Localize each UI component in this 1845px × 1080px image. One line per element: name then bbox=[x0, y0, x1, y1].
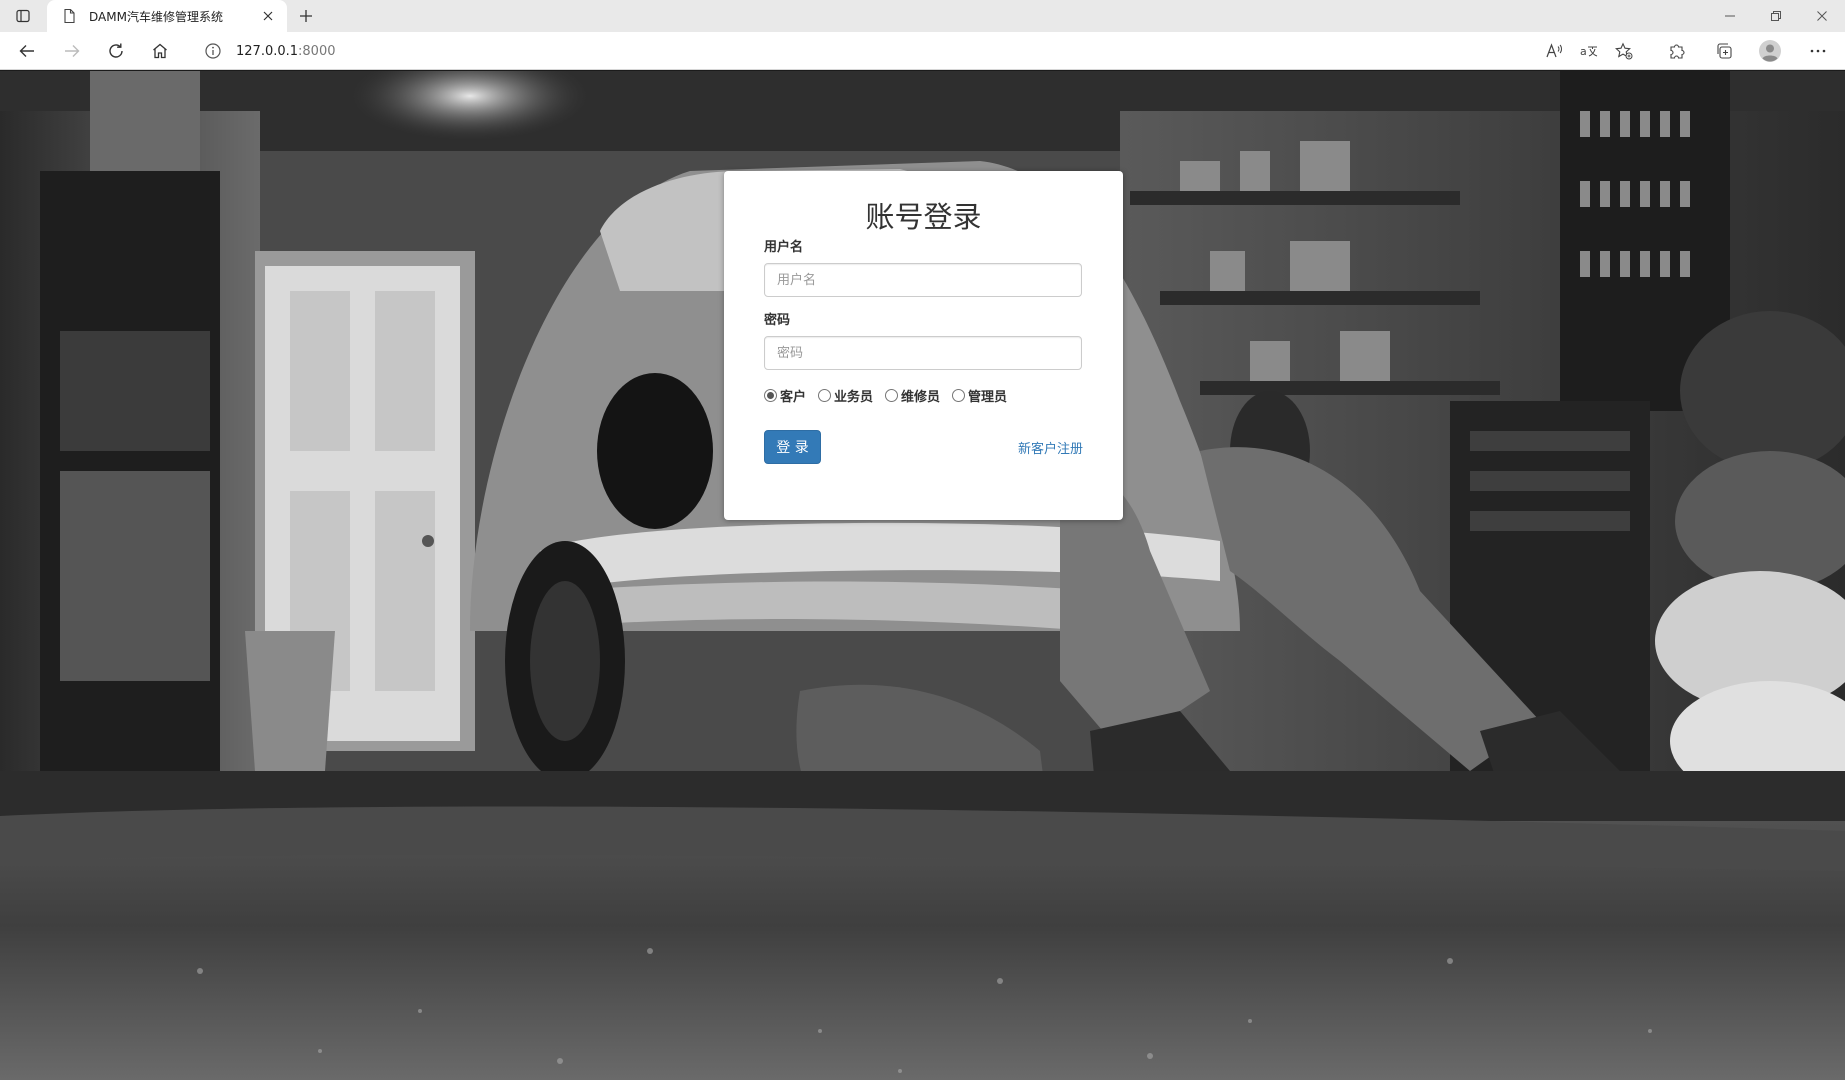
role-radio-admin[interactable] bbox=[952, 388, 966, 402]
username-input[interactable] bbox=[764, 263, 1082, 297]
role-label-mechanic: 维修员 bbox=[901, 389, 941, 405]
avatar-icon bbox=[1759, 40, 1781, 62]
page-favicon-icon bbox=[64, 8, 75, 24]
register-link[interactable]: 新客户注册 bbox=[1018, 438, 1083, 457]
add-favorite-button[interactable] bbox=[1609, 36, 1639, 66]
browser-toolbar: 127.0.0.1:8000 a bbox=[0, 32, 1845, 70]
tab-actions-icon bbox=[16, 9, 30, 23]
translate-icon: a bbox=[1580, 45, 1598, 58]
tab-actions-button[interactable] bbox=[0, 0, 46, 32]
role-label-customer: 客户 bbox=[780, 389, 807, 405]
url-host: 127.0.0.1 bbox=[236, 43, 299, 59]
role-option-admin[interactable]: 管理员 bbox=[952, 386, 1007, 405]
username-label: 用户名 bbox=[764, 240, 804, 255]
restore-button[interactable] bbox=[1753, 0, 1799, 32]
reload-button[interactable] bbox=[100, 35, 132, 67]
address-bar[interactable]: 127.0.0.1:8000 bbox=[190, 36, 1520, 66]
close-icon bbox=[1817, 11, 1827, 21]
arrow-right-icon bbox=[65, 45, 80, 57]
browser-tab-bar: DAMM汽车维修管理系统 bbox=[0, 0, 1845, 32]
role-option-salesperson[interactable]: 业务员 bbox=[818, 386, 873, 405]
puzzle-icon bbox=[1670, 44, 1685, 59]
settings-menu-button[interactable] bbox=[1803, 36, 1833, 66]
password-input[interactable] bbox=[764, 336, 1082, 370]
window-close-button[interactable] bbox=[1799, 0, 1845, 32]
restore-icon bbox=[1771, 11, 1781, 21]
url-port: :8000 bbox=[298, 43, 336, 59]
tab-close-button[interactable] bbox=[259, 7, 277, 25]
role-radio-customer[interactable] bbox=[764, 388, 777, 402]
profile-button[interactable] bbox=[1755, 36, 1785, 66]
tab-title: DAMM汽车维修管理系统 bbox=[89, 9, 223, 24]
role-radio-mechanic[interactable] bbox=[885, 388, 899, 402]
login-card: 账号登录 用户名 密码 客户 业务员 维修员 管理员 登 录 bbox=[724, 171, 1123, 520]
forward-button[interactable] bbox=[56, 35, 88, 67]
home-icon bbox=[153, 43, 167, 59]
login-button[interactable]: 登 录 bbox=[764, 430, 821, 464]
role-radio-salesperson[interactable] bbox=[818, 388, 832, 402]
home-button[interactable] bbox=[144, 35, 176, 67]
minimize-button[interactable] bbox=[1707, 0, 1753, 32]
role-option-customer[interactable]: 客户 bbox=[764, 386, 806, 405]
login-title: 账号登录 bbox=[865, 200, 982, 234]
password-label: 密码 bbox=[764, 313, 791, 328]
star-add-icon bbox=[1615, 42, 1633, 60]
role-radio-group: 客户 业务员 维修员 管理员 bbox=[764, 386, 1083, 405]
svg-text:a: a bbox=[1580, 45, 1587, 58]
read-aloud-icon bbox=[1546, 43, 1562, 58]
window-controls bbox=[1707, 0, 1845, 32]
collections-button[interactable] bbox=[1709, 36, 1739, 66]
extensions-button[interactable] bbox=[1662, 36, 1692, 66]
info-icon[interactable] bbox=[204, 42, 222, 60]
plus-icon bbox=[300, 10, 312, 22]
browser-tab-active[interactable]: DAMM汽车维修管理系统 bbox=[47, 0, 287, 32]
role-option-mechanic[interactable]: 维修员 bbox=[885, 386, 940, 405]
role-label-admin: 管理员 bbox=[968, 389, 1008, 405]
role-label-salesperson: 业务员 bbox=[834, 389, 874, 405]
translate-button[interactable]: a bbox=[1574, 36, 1604, 66]
more-horizontal-icon bbox=[1810, 49, 1826, 53]
read-aloud-button[interactable] bbox=[1539, 36, 1569, 66]
new-tab-button[interactable] bbox=[292, 4, 320, 28]
arrow-left-icon bbox=[19, 45, 34, 57]
close-icon bbox=[263, 11, 273, 21]
login-actions: 登 录 新客户注册 bbox=[764, 430, 1083, 464]
url-text: 127.0.0.1:8000 bbox=[236, 44, 336, 59]
collections-icon bbox=[1717, 43, 1732, 59]
back-button[interactable] bbox=[11, 35, 43, 67]
page-viewport: 账号登录 用户名 密码 客户 业务员 维修员 管理员 登 录 bbox=[0, 71, 1845, 1080]
reload-icon bbox=[109, 43, 123, 58]
minimize-icon bbox=[1725, 15, 1735, 17]
